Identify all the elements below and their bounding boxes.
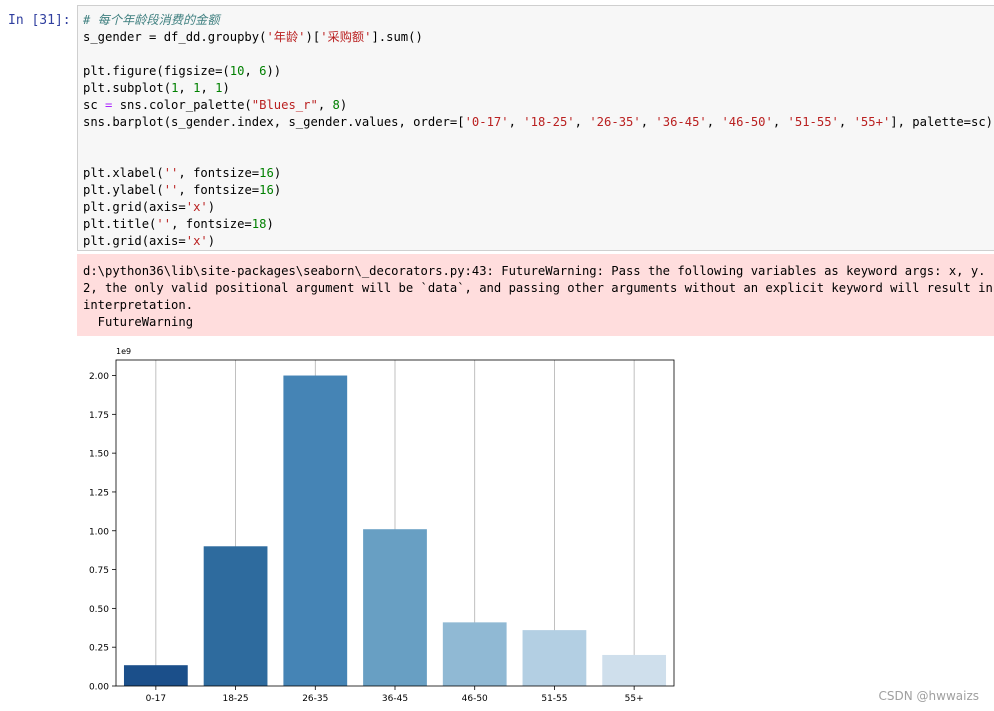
x-tick-label: 55+ [625,694,644,704]
bar-36-45 [363,529,427,686]
y-tick-label: 0.50 [89,605,109,615]
stderr-output: d:\python36\lib\site-packages\seaborn\_d… [77,254,994,336]
warning-line: FutureWarning [83,315,194,329]
code-cell-input[interactable]: # 每个年龄段消费的金额 s_gender = df_dd.groupby('年龄… [77,5,994,251]
y-tick-label: 1.50 [89,450,109,460]
bar-18-25 [203,546,268,686]
code-line: plt.grid(axis='x') [83,200,216,214]
y-tick-label: 2.00 [89,372,109,382]
code-line: sns.barplot(s_gender.index, s_gender.val… [83,115,994,129]
y-offset-text: 1e9 [116,347,131,356]
code-line: plt.grid(axis='x') [83,234,216,248]
y-tick-label: 0.25 [89,644,109,654]
code-line: # 每个年龄段消费的金额 [83,13,220,27]
code-line: plt.figure(figsize=(10, 6)) [83,64,282,78]
code-editor[interactable]: # 每个年龄段消费的金额 s_gender = df_dd.groupby('年龄… [83,12,993,250]
cell-prompt: In [31]: [8,13,71,28]
code-line: plt.ylabel('', fontsize=16) [83,183,282,197]
code-line: plt.subplot(1, 1, 1) [83,81,230,95]
bar-chart: 0.00 0.25 0.50 0.75 1.00 1.25 1.50 1.75 2.00 0-17… [89,347,675,704]
y-tick-label: 1.00 [89,527,109,537]
code-line: sc = sns.color_palette("Blues_r", 8) [83,98,348,112]
warning-text: d:\python36\lib\site-packages\seaborn\_d… [83,263,994,331]
y-tick-label: 1.75 [89,411,109,421]
bar-46-50 [442,622,507,686]
bar-26-35 [283,375,348,686]
bar-55+ [602,654,667,686]
warning-line: d:\python36\lib\site-packages\seaborn\_d… [83,264,994,278]
code-line: plt.xlabel('', fontsize=16) [83,166,282,180]
x-tick-label: 51-55 [541,694,567,704]
warning-line: 2, the only valid positional argument wi… [83,281,993,295]
warning-line: interpretation. [83,298,194,312]
x-tick-label: 46-50 [462,694,488,704]
code-line: s_gender = df_dd.groupby('年龄')['采购额'].su… [83,30,423,44]
code-line: plt.title('', fontsize=18) [83,217,274,231]
bar-0-17 [123,665,188,686]
watermark: CSDN @hwwaizs [878,689,980,703]
bar-51-55 [522,630,587,686]
x-tick-label: 36-45 [382,694,408,704]
y-tick-label: 0.00 [89,683,109,693]
y-tick-label: 1.25 [89,488,109,498]
x-tick-label: 18-25 [222,694,248,704]
x-tick-label: 26-35 [302,694,328,704]
y-tick-label: 0.75 [89,566,109,576]
x-tick-label: 0-17 [146,694,166,704]
